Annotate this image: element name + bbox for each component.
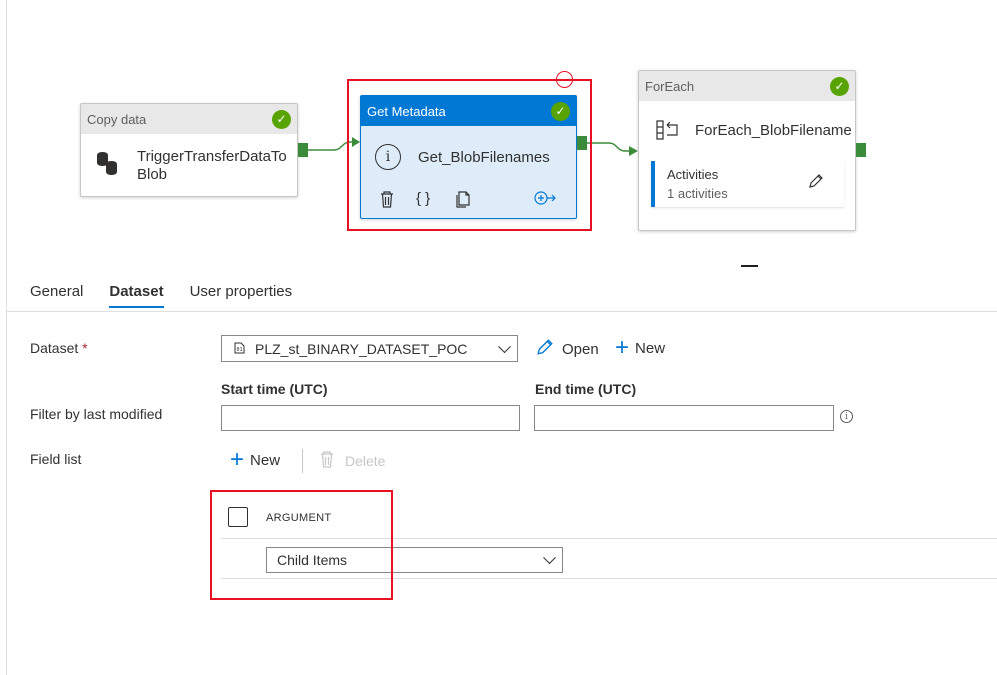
dataset-label-text: Dataset <box>30 340 79 356</box>
plus-icon: + <box>230 446 245 473</box>
copy-data-activity-name: TriggerTransferDataTo Blob <box>137 148 287 183</box>
copy-data-header: Copy data ✓ <box>81 104 297 134</box>
delete-field-label: Delete <box>345 453 386 469</box>
copy-data-output-port[interactable] <box>298 143 308 157</box>
chevron-down-icon <box>498 339 511 353</box>
panel-splitter-handle[interactable] <box>741 265 758 267</box>
plus-icon: + <box>615 334 630 361</box>
success-check-icon: ✓ <box>272 109 291 129</box>
toolbar-separator <box>302 449 303 473</box>
pipeline-canvas[interactable]: Copy data ✓ TriggerTransferDataTo Blob G… <box>7 0 997 266</box>
success-check-icon: ✓ <box>830 76 849 96</box>
delete-icon <box>319 450 335 472</box>
dataset-select-value: PLZ_st_BINARY_DATASET_POC <box>255 340 468 357</box>
filter-by-last-modified-label: Filter by last modified <box>30 406 163 422</box>
highlight-circle <box>556 71 573 88</box>
foreach-output-port[interactable] <box>856 143 866 157</box>
foreach-activities-panel[interactable]: Activities 1 activities <box>651 161 844 207</box>
new-dataset-button[interactable]: + New <box>615 334 666 361</box>
properties-tabs: General Dataset User properties <box>30 283 318 308</box>
add-field-label: New <box>250 451 281 469</box>
copy-data-activity[interactable]: Copy data ✓ TriggerTransferDataTo Blob <box>80 103 298 197</box>
foreach-header: ForEach ✓ <box>639 71 855 101</box>
foreach-icon <box>655 119 681 141</box>
delete-field-button[interactable]: Delete <box>319 450 385 472</box>
tab-user-properties[interactable]: User properties <box>190 283 293 308</box>
open-dataset-button[interactable]: Open <box>536 338 599 360</box>
end-time-input[interactable] <box>534 405 834 431</box>
foreach-activity-name: ForEach_BlobFilename <box>695 121 852 139</box>
info-icon[interactable]: i <box>840 410 853 423</box>
dataset-select[interactable]: 01 PLZ_st_BINARY_DATASET_POC <box>221 335 518 362</box>
dataset-file-icon: 01 <box>234 341 245 357</box>
dataset-field-label: Dataset * <box>30 340 88 356</box>
copy-data-type-label: Copy data <box>87 111 147 127</box>
highlight-box-get-metadata <box>347 79 592 231</box>
connector-meta-to-foreach <box>587 142 638 156</box>
field-list-label: Field list <box>30 451 82 467</box>
pencil-icon <box>536 338 554 360</box>
copy-data-icon <box>97 152 121 180</box>
highlight-box-argument <box>210 490 393 600</box>
required-marker: * <box>82 340 88 356</box>
foreach-type-label: ForEach <box>645 78 695 94</box>
edit-pencil-icon[interactable] <box>808 173 824 194</box>
add-field-button[interactable]: + New <box>230 446 281 473</box>
end-time-label: End time (UTC) <box>535 381 637 397</box>
new-dataset-label: New <box>635 339 666 357</box>
tab-dataset[interactable]: Dataset <box>109 283 164 308</box>
start-time-input[interactable] <box>221 405 520 431</box>
foreach-activity[interactable]: ForEach ✓ ForEach_BlobFilename Activitie… <box>638 70 856 231</box>
start-time-label: Start time (UTC) <box>221 381 328 397</box>
chevron-down-icon <box>543 551 556 565</box>
tabs-divider <box>7 311 997 312</box>
svg-text:01: 01 <box>237 347 243 353</box>
open-label: Open <box>562 340 599 358</box>
tab-general[interactable]: General <box>30 283 83 308</box>
